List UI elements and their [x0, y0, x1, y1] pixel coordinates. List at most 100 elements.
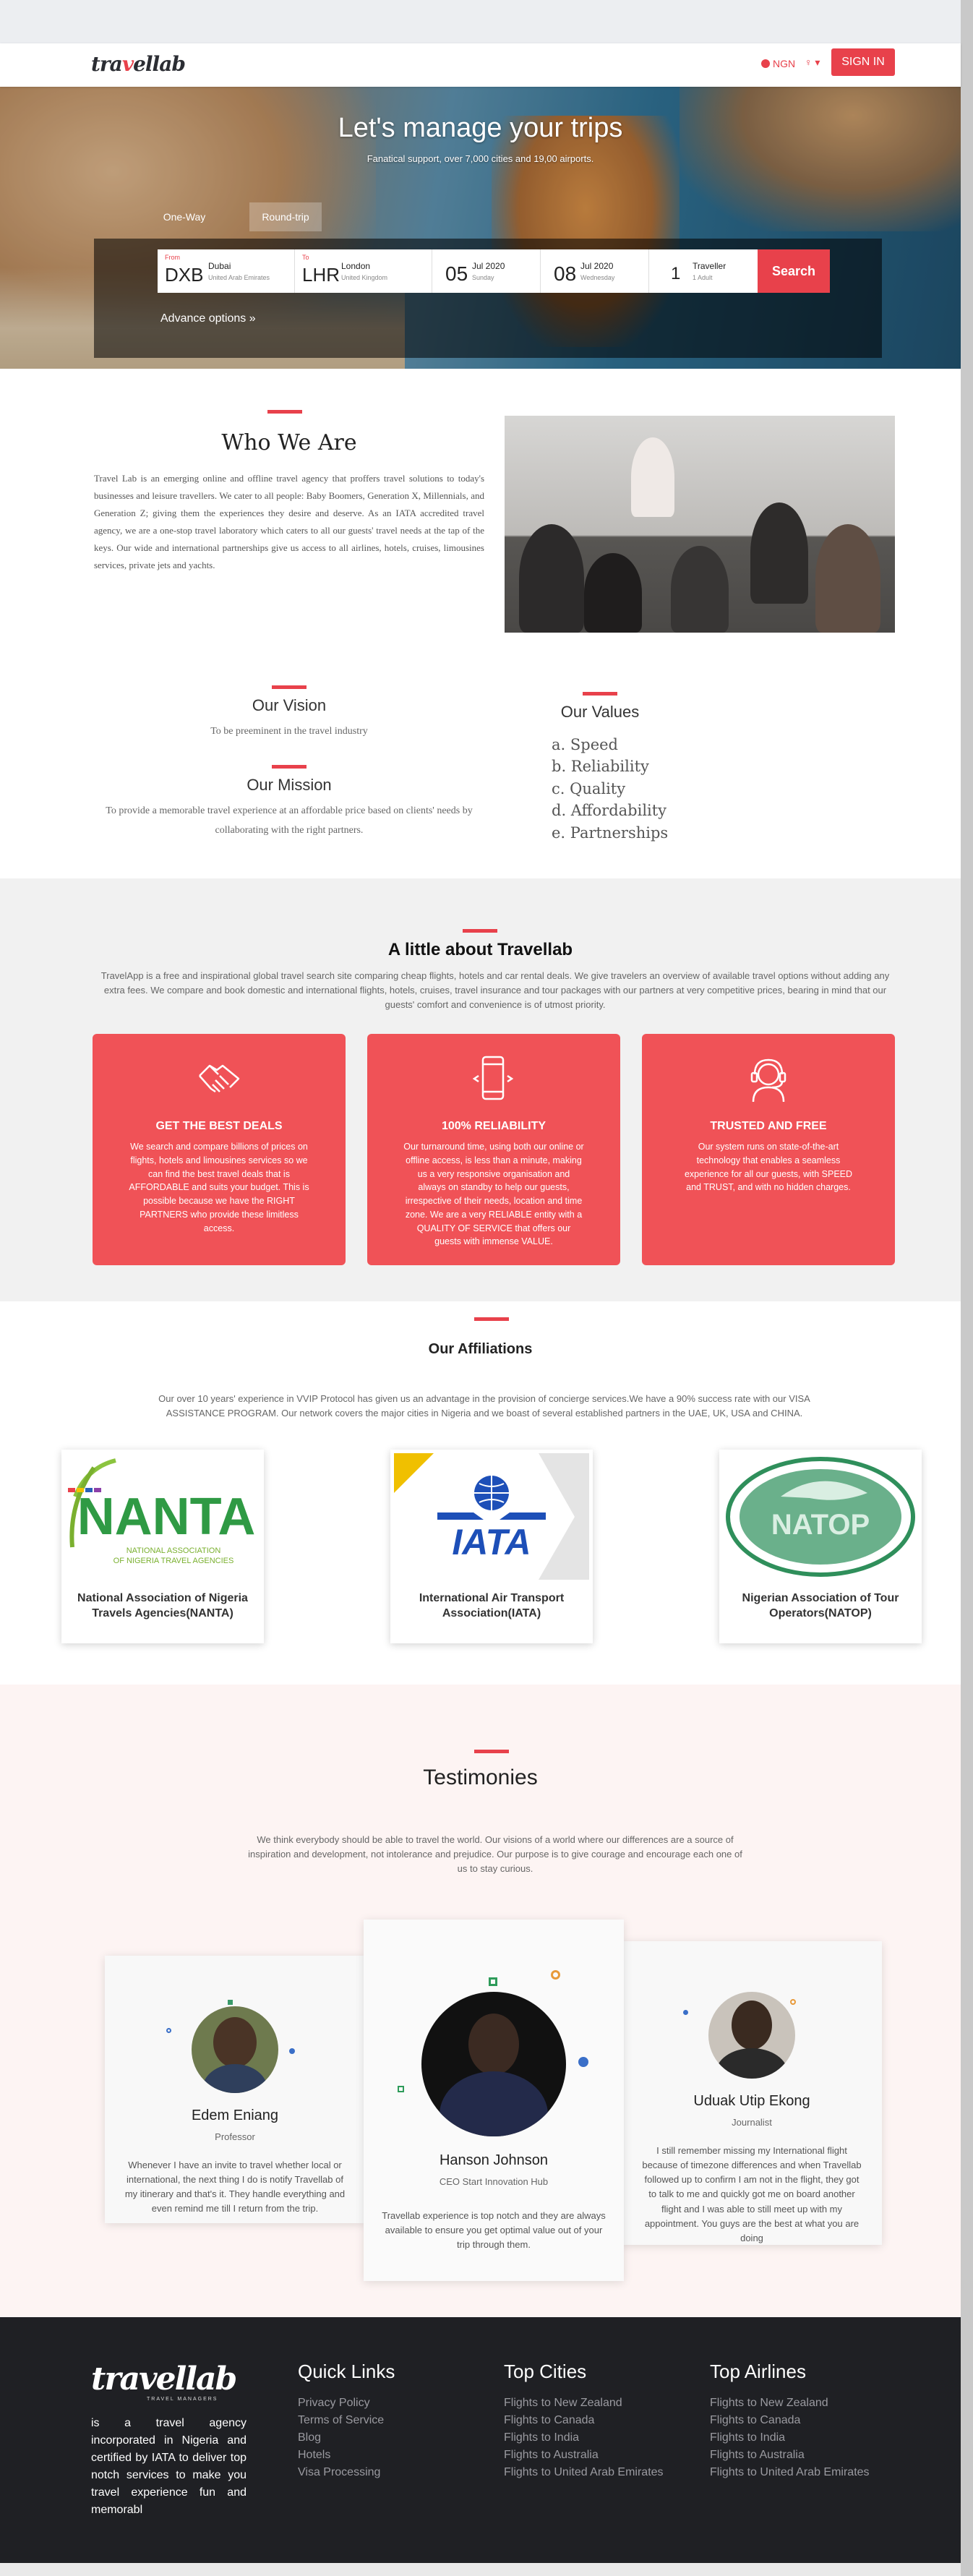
iata-logo: IATA: [394, 1453, 589, 1580]
flag-icon: [761, 59, 770, 68]
vision-block: Our Vision To be preeminent in the trave…: [94, 685, 484, 742]
footer-airline-link[interactable]: Flights to Canada: [710, 2412, 870, 2429]
footer-link-blog[interactable]: Blog: [298, 2429, 395, 2447]
from-label: From: [165, 254, 180, 261]
photo-person: [519, 524, 584, 633]
depart-weekday: Sunday: [472, 274, 494, 281]
nanta-logo-graphic: NANTA NATIONAL ASSOCIATION OF NIGERIA TR…: [68, 1458, 256, 1565]
affiliation-card-natop[interactable]: NATOP Nigerian Association of Tour Opera…: [719, 1450, 922, 1643]
footer-link-privacy[interactable]: Privacy Policy: [298, 2395, 395, 2412]
currency-selector[interactable]: NGN: [761, 58, 795, 69]
natop-logo: NATOP: [723, 1453, 918, 1580]
tab-round-trip[interactable]: Round-trip: [249, 202, 322, 231]
iata-logo-text: IATA: [452, 1522, 531, 1562]
footer-column-title: Top Cities: [504, 2361, 587, 2382]
testimonies-section: Testimonies We think everybody should be…: [0, 1685, 961, 2317]
testimonial-quote: Whenever I have an invite to travel whet…: [124, 2160, 346, 2215]
avatar-face: [213, 2017, 257, 2068]
footer-link-terms[interactable]: Terms of Service: [298, 2412, 395, 2429]
natop-logo-graphic: NATOP: [726, 1457, 915, 1577]
tab-one-way[interactable]: One-Way: [148, 202, 220, 231]
testimonial-name: Uduak Utip Ekong: [693, 2093, 810, 2109]
section-accent-bar: [272, 765, 307, 769]
search-button[interactable]: Search: [758, 249, 830, 293]
footer-link-hotels[interactable]: Hotels: [298, 2447, 395, 2464]
decor-dot: [289, 2048, 295, 2054]
currency-label: NGN: [773, 58, 796, 69]
advance-options-link[interactable]: Advance options »: [160, 312, 256, 325]
nanta-logo-text: NANTA: [77, 1488, 256, 1546]
footer-city-link[interactable]: Flights to New Zealand: [504, 2395, 664, 2412]
feature-card-deals: GET THE BEST DEALS We search and compare…: [93, 1034, 346, 1265]
footer-airline-link[interactable]: Flights to Australia: [710, 2447, 870, 2464]
site-logo[interactable]: travellab: [91, 52, 186, 76]
footer-airline-link[interactable]: Flights to United Arab Emirates: [710, 2464, 870, 2481]
testimonial-card-featured: Hanson Johnson CEO Start Innovation Hub …: [364, 1920, 624, 2281]
testimonial-role: Professor: [215, 2131, 255, 2142]
mission-text: To provide a memorable travel experience…: [106, 805, 473, 836]
signin-button[interactable]: SIGN IN: [831, 48, 895, 76]
return-month: Jul 2020: [580, 261, 614, 271]
testimonial-name: Edem Eniang: [191, 2108, 279, 2123]
decor-dot: [578, 2057, 588, 2067]
affiliation-name: National Association of Nigeria Travels …: [77, 1592, 248, 1619]
footer-logo[interactable]: travellab: [91, 2361, 237, 2397]
avatar-shirt: [440, 2071, 548, 2136]
footer-airline-link[interactable]: Flights to New Zealand: [710, 2395, 870, 2412]
values-item: e. Partnerships: [552, 823, 669, 842]
site-header: travellab NGN ♀ ▾ SIGN IN: [0, 43, 961, 87]
affiliation-card-iata[interactable]: IATA International Air Transport Associa…: [390, 1450, 593, 1643]
nanta-logo: NANTA NATIONAL ASSOCIATION OF NIGERIA TR…: [65, 1453, 260, 1580]
logo-text-start: tra: [91, 52, 123, 76]
about-text: TravelApp is a free and inspirational gl…: [100, 970, 890, 1011]
testimonies-text: We think everybody should be able to tra…: [248, 1834, 742, 1875]
card-title: GET THE BEST DEALS: [155, 1120, 283, 1132]
footer-city-link[interactable]: Flights to Canada: [504, 2412, 664, 2429]
footer-city-link[interactable]: Flights to United Arab Emirates: [504, 2464, 664, 2481]
travellers-label: Traveller: [693, 261, 726, 271]
footer-city-link[interactable]: Flights to Australia: [504, 2447, 664, 2464]
testimonial-quote: I still remember missing my Internationa…: [642, 2145, 862, 2243]
footer-column-title: Top Airlines: [710, 2361, 806, 2382]
hero-subtitle: Fanatical support, over 7,000 cities and…: [367, 153, 594, 164]
to-field[interactable]: To LHR London United Kingdom: [295, 249, 432, 293]
section-accent-bar: [272, 685, 307, 689]
footer-city-link[interactable]: Flights to India: [504, 2429, 664, 2447]
to-country: United Kingdom: [341, 274, 388, 281]
values-title: Our Values: [560, 703, 640, 721]
mission-block: Our Mission To provide a memorable trave…: [94, 765, 484, 840]
values-block: Our Values: [506, 692, 694, 722]
footer-link-visa[interactable]: Visa Processing: [298, 2464, 395, 2481]
from-field[interactable]: From DXB Dubai United Arab Emirates: [158, 249, 295, 293]
logo-mark: v: [121, 52, 134, 76]
mobile-icon: [472, 1056, 514, 1100]
return-date-field[interactable]: 08 Jul 2020 Wednesday: [541, 249, 649, 293]
depart-day-num: 05: [445, 262, 468, 285]
decor-dot: [166, 2028, 171, 2033]
photo-person: [750, 502, 808, 604]
hero-title: Let's manage your trips: [338, 113, 623, 143]
user-menu[interactable]: ♀ ▾: [805, 56, 820, 69]
footer-top-airlines: Top Airlines Flights to New Zealand Flig…: [710, 2361, 870, 2481]
vertical-scrollbar[interactable]: [961, 0, 973, 2576]
from-city: Dubai: [208, 261, 231, 271]
values-item: a. Speed: [552, 736, 618, 753]
depart-date-field[interactable]: 05 Jul 2020 Sunday: [432, 249, 541, 293]
footer-column-title: Quick Links: [298, 2361, 395, 2382]
travellers-field[interactable]: 1 Traveller 1 Adult: [649, 249, 758, 293]
decor-dot: [551, 1970, 560, 1980]
section-accent-bar: [267, 410, 302, 414]
who-title: Who We Are: [221, 430, 357, 455]
nanta-logo-subtext: NATIONAL ASSOCIATION: [127, 1546, 221, 1555]
natop-logo-text: NATOP: [771, 1509, 870, 1541]
footer-airline-link[interactable]: Flights to India: [710, 2429, 870, 2447]
values-item: d. Affordability: [552, 802, 667, 820]
page-bottom-strip: [0, 2563, 961, 2576]
avatar: [421, 1992, 566, 2136]
avatar: [192, 2006, 278, 2093]
affiliation-card-nanta[interactable]: NANTA NATIONAL ASSOCIATION OF NIGERIA TR…: [61, 1450, 264, 1643]
avatar: [708, 1992, 795, 2079]
who-text: Travel Lab is an emerging online and off…: [94, 473, 484, 571]
photo-person: [631, 437, 674, 517]
decor-dot: [228, 2000, 233, 2005]
